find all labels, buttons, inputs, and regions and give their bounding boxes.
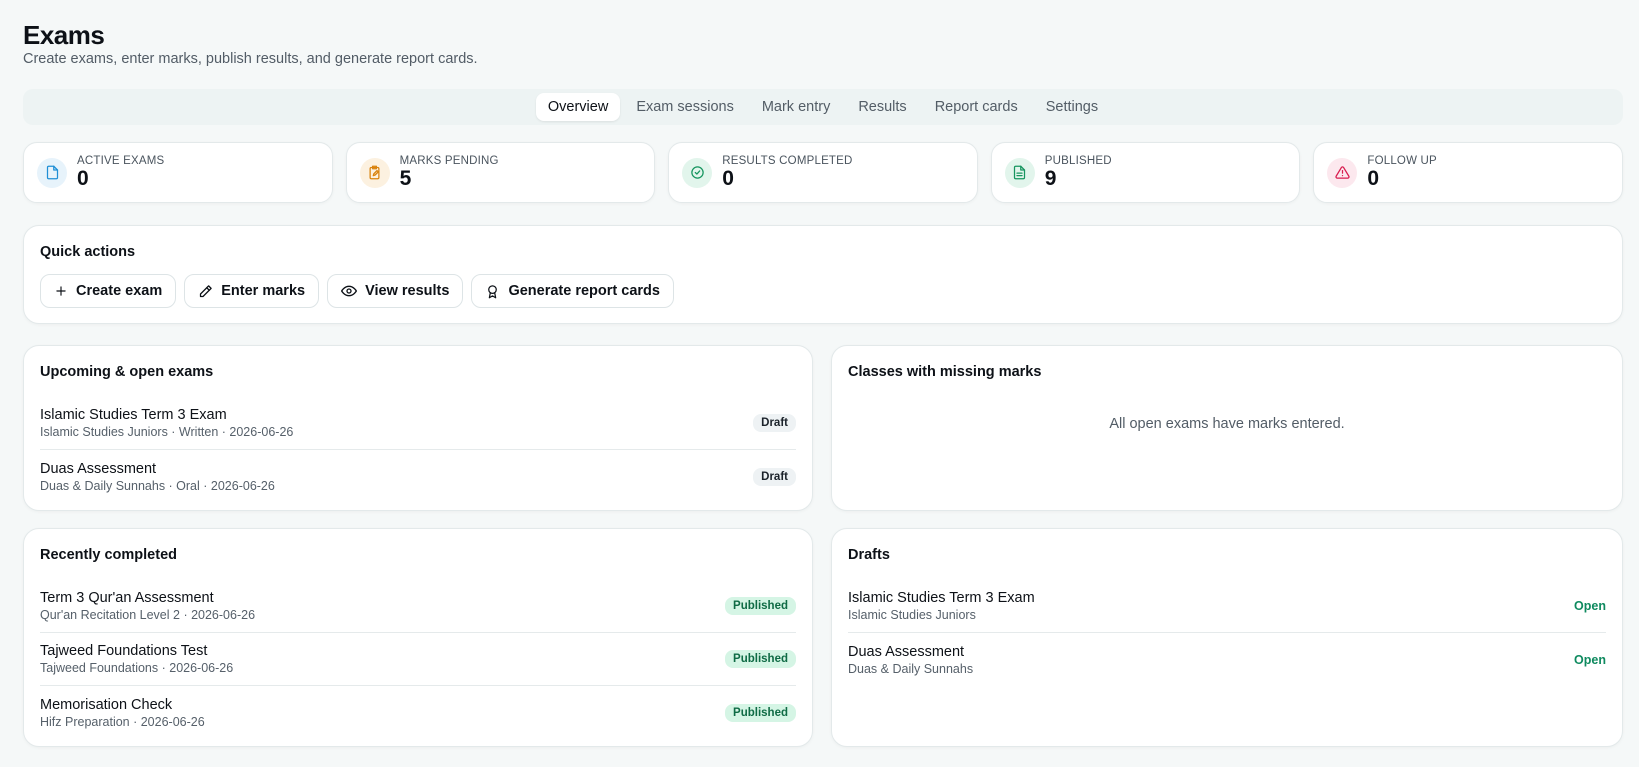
stat-value: 0 [77,166,89,190]
exam-title: Tajweed Foundations Test [40,643,208,659]
list-item[interactable]: Term 3 Qur'an Assessment Qur'an Recitati… [40,580,796,633]
enter-marks-button[interactable]: Enter marks [184,274,320,308]
stat-value: 9 [1044,166,1057,190]
file-icon [37,157,67,188]
tab-exam-sessions[interactable]: Exam sessions [624,93,746,121]
upcoming-exams-card: Upcoming & open exams Islamic Studies Te… [23,345,813,511]
stat-card-marks-pending: MARKS PENDING 5 [345,142,656,203]
stat-label: RESULTS COMPLETED [722,154,853,167]
exam-meta: Duas & Daily Sunnahs · Oral · 2026-06-26 [40,478,275,493]
tab-bar: Overview Exam sessions Mark entry Result… [23,89,1623,125]
open-link[interactable]: Open [1574,653,1606,667]
stat-value: 0 [1367,166,1380,190]
exam-meta: Qur'an Recitation Level 2 · 2026-06-26 [40,608,256,622]
exam-meta: Hifz Preparation · 2026-06-26 [40,714,205,729]
status-badge: Draft [753,467,796,486]
stat-card-results-completed: RESULTS COMPLETED 0 [668,142,978,203]
exam-title: Islamic Studies Term 3 Exam [40,407,227,423]
stat-label: ACTIVE EXAMS [77,154,165,167]
stat-label: MARKS PENDING [399,154,499,167]
quick-actions-card: Quick actions Create exam Enter marks Vi… [23,225,1623,324]
card-title: Classes with missing marks [848,364,1042,380]
page-title: Exams [23,20,105,50]
card-title: Upcoming & open exams [40,364,214,380]
button-label: View results [365,283,450,299]
tab-mark-entry[interactable]: Mark entry [750,93,843,121]
tab-report-cards[interactable]: Report cards [923,93,1030,121]
generate-report-cards-button[interactable]: Generate report cards [471,274,674,308]
card-title: Recently completed [40,547,177,563]
button-label: Enter marks [221,283,306,299]
draft-title: Duas Assessment [848,643,965,660]
list-item[interactable]: Islamic Studies Term 3 Exam Islamic Stud… [40,397,796,450]
list-item[interactable]: Memorisation Check Hifz Preparation · 20… [40,686,796,739]
stat-label: FOLLOW UP [1367,154,1437,167]
open-link[interactable]: Open [1574,599,1606,613]
stat-value: 0 [722,166,734,190]
award-icon [488,284,498,298]
exam-title: Term 3 Qur'an Assessment [40,590,214,606]
exam-meta: Tajweed Foundations · 2026-06-26 [40,661,234,675]
stat-card-active-exams: ACTIVE EXAMS 0 [23,142,333,203]
tab-results[interactable]: Results [846,93,918,121]
status-badge: Published [725,703,796,722]
empty-state-message: All open exams have marks entered. [1109,416,1345,432]
alert-triangle-icon [1327,157,1358,188]
card-title: Drafts [848,547,890,563]
view-results-button[interactable]: View results [327,274,464,308]
exam-title: Memorisation Check [40,696,173,713]
button-label: Generate report cards [508,283,660,299]
create-exam-button[interactable]: Create exam [40,274,177,308]
eye-icon [341,285,358,297]
check-circle-icon [682,157,713,188]
list-item: Islamic Studies Term 3 Exam Islamic Stud… [848,580,1606,633]
status-badge: Published [725,597,796,615]
button-label: Create exam [76,283,163,299]
page-subtitle: Create exams, enter marks, publish resul… [23,51,478,67]
draft-meta: Duas & Daily Sunnahs [848,661,974,676]
pencil-icon [200,284,212,297]
draft-meta: Islamic Studies Juniors [848,608,976,622]
stat-card-published: PUBLISHED 9 [990,142,1301,203]
exam-meta: Islamic Studies Juniors · Written · 2026… [40,425,294,439]
tab-settings[interactable]: Settings [1034,93,1110,121]
recently-completed-card: Recently completed Term 3 Qur'an Assessm… [23,528,813,747]
clipboard-edit-icon [359,157,390,188]
exam-title: Duas Assessment [40,460,157,477]
stats-row: ACTIVE EXAMS 0 MARKS PENDING 5 RESULTS C… [23,142,1623,203]
missing-marks-card: Classes with missing marks All open exam… [831,345,1623,511]
status-badge: Published [725,650,796,668]
list-item[interactable]: Duas Assessment Duas & Daily Sunnahs · O… [40,450,796,503]
drafts-card: Drafts Islamic Studies Term 3 Exam Islam… [831,528,1623,747]
list-item[interactable]: Tajweed Foundations Test Tajweed Foundat… [40,633,796,686]
list-item: Duas Assessment Duas & Daily Sunnahs Ope… [848,633,1606,686]
status-badge: Draft [753,414,796,432]
document-icon [1004,157,1035,188]
tab-overview[interactable]: Overview [535,93,621,121]
stat-label: PUBLISHED [1044,154,1112,167]
stat-card-follow-up: FOLLOW UP 0 [1313,142,1623,203]
card-title: Quick actions [40,244,136,260]
draft-title: Islamic Studies Term 3 Exam [848,590,1035,606]
stat-value: 5 [399,166,412,190]
plus-icon [56,286,66,296]
